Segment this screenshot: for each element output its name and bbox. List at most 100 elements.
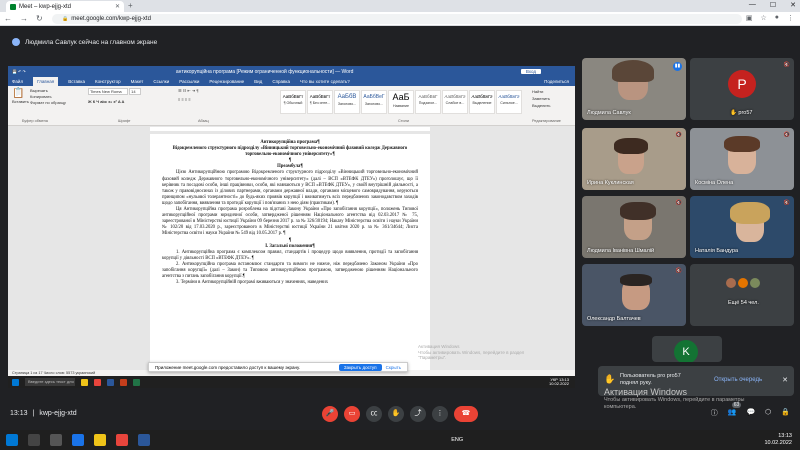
forward-icon[interactable]: → — [20, 14, 28, 23]
inner-taskbar-search[interactable]: Введите здесь текст для поиска — [25, 378, 75, 388]
word-tab[interactable]: Справка — [272, 79, 290, 84]
notification-line2: поднял руку. — [620, 380, 652, 386]
participant-tile[interactable]: 🔇 Наталія Бандура — [690, 196, 794, 258]
camera-toggle-button[interactable]: ▭ — [344, 406, 360, 422]
font-size-select[interactable]: 14 — [129, 88, 142, 95]
camera-off-icon: ▭ — [348, 410, 356, 417]
file-explorer-icon[interactable] — [81, 378, 88, 386]
paste-button[interactable]: 📋 Вставить — [12, 88, 29, 104]
os-language[interactable]: ENG — [451, 437, 463, 443]
style-heading1[interactable]: АаБбВ Заголово... — [334, 90, 360, 114]
browser-tab[interactable]: Meet – kwp-ejjg-xtd ✕ — [6, 1, 124, 12]
word-tab[interactable]: Вставка — [68, 79, 85, 84]
hide-banner-button[interactable]: Скрыть — [386, 365, 401, 370]
mic-muted-icon: 🔇 — [675, 268, 682, 274]
word-title-bar: 💾 ↶ ↷ антикорупційна програма [Режим огр… — [8, 66, 575, 77]
style-strong-emphasis[interactable]: AaBбВвГг Сильное... — [496, 90, 522, 114]
participant-tile[interactable]: 🔇 Косміна Олена — [690, 128, 794, 190]
group-label: Редактирование — [532, 119, 561, 123]
back-icon[interactable]: ← — [4, 14, 12, 23]
style-title[interactable]: АаБ Название — [388, 90, 414, 114]
style-subtitle[interactable]: AaBбВвГ Подзагол... — [415, 90, 441, 114]
host-controls-icon[interactable]: 🔒 — [781, 408, 790, 418]
style-heading2[interactable]: АаБбВеГ Заголово... — [361, 90, 387, 114]
style-no-spacing[interactable]: AaBбВвГг ¶ Без инте... — [307, 90, 333, 114]
open-queue-button[interactable]: Открыть очередь — [714, 377, 762, 383]
style-normal[interactable]: AaBбВвГг ¶ Обычный — [280, 90, 306, 114]
chat-icon[interactable]: 💬 — [746, 408, 755, 418]
screen-share-banner: Приложение meet.google.com предоставило … — [148, 362, 408, 372]
stop-sharing-button[interactable]: Закрыть доступ — [338, 363, 382, 371]
doc-paragraph: 1. Антикорупційна програма є комплексом … — [162, 249, 418, 261]
word-tab[interactable]: Рецензирование — [209, 79, 244, 84]
present-button[interactable]: ⤴ — [410, 406, 426, 422]
participant-tile[interactable]: 🔇 Людмила Іванівна Шмалій — [582, 196, 686, 258]
font-name-select[interactable]: Times New Roma — [88, 88, 128, 95]
bookmark-star-icon[interactable]: ☆ — [760, 14, 766, 22]
word-tab[interactable]: Рассылки — [179, 79, 199, 84]
style-emphasis[interactable]: AaBбВвГг Выделение — [469, 90, 495, 114]
word-share-button[interactable]: Поделиться — [544, 79, 569, 84]
participant-tile-partial[interactable]: K — [652, 336, 722, 362]
select-button[interactable]: Выделить — [532, 102, 550, 109]
word-tab[interactable]: Файл — [12, 79, 23, 84]
word-tab[interactable]: Конструктор — [95, 79, 121, 84]
os-start-icon[interactable] — [6, 434, 18, 446]
activation-sub2: компьютера. — [604, 403, 637, 410]
nav-buttons: ← → ↻ — [4, 14, 43, 23]
participant-tile[interactable]: ▮▮ Людмила Савлук — [582, 58, 686, 120]
new-tab-icon[interactable]: + — [128, 1, 133, 10]
url-input[interactable]: 🔒 meet.google.com/kwp-ejjg-xtd — [52, 14, 742, 24]
more-options-button[interactable]: ⋮ — [432, 406, 448, 422]
close-notification-icon[interactable]: ✕ — [782, 376, 788, 384]
align-buttons[interactable]: ≡ ≡ ≡ ≡ — [178, 97, 198, 102]
raised-hand-icon: ✋ — [604, 374, 616, 384]
participant-tile[interactable]: 🔇 Олександр Балтачев — [582, 264, 686, 326]
os-explorer-icon[interactable] — [94, 434, 106, 446]
word-tab[interactable]: Макет — [131, 79, 144, 84]
leave-call-button[interactable]: ☎ — [454, 406, 478, 422]
more-participants-tile[interactable]: Ещё 54 чел. — [690, 264, 794, 326]
camera-permission-icon[interactable]: ▣ — [746, 14, 753, 22]
format-painter-button[interactable]: Формат по образцу — [30, 100, 66, 106]
powerpoint-icon[interactable] — [120, 378, 127, 386]
os-chrome-icon[interactable] — [116, 434, 128, 446]
profile-icon[interactable]: ● — [775, 14, 779, 22]
participant-tile[interactable]: P 🔇 ✋ pro57 — [690, 58, 794, 120]
mic-toggle-button[interactable]: 🎤 — [322, 406, 338, 422]
captions-button[interactable]: ㏄ — [366, 406, 382, 422]
mic-muted-icon: 🔇 — [675, 200, 682, 206]
paste-label: Вставить — [12, 99, 29, 104]
os-word-icon[interactable] — [138, 434, 150, 446]
word-icon[interactable] — [107, 378, 114, 386]
style-subtle-emphasis[interactable]: AaBбВвГг Слабое в... — [442, 90, 468, 114]
os-task-view-icon[interactable] — [50, 434, 62, 446]
list-buttons[interactable]: ☰ ☷ ⇤ ⇥ ¶ — [178, 88, 198, 93]
word-tell-me[interactable]: Что вы хотите сделать? — [300, 79, 350, 84]
os-search-icon[interactable] — [28, 434, 40, 446]
close-tab-icon[interactable]: ✕ — [115, 3, 120, 10]
os-clock[interactable]: 13:13 10.02.2022 — [764, 433, 792, 447]
reload-icon[interactable]: ↻ — [36, 14, 43, 23]
document-page[interactable]: Антикорупційна програма¶ Відокремленого … — [150, 134, 430, 370]
participant-tile[interactable]: 🔇 Ирина Куклинская — [582, 128, 686, 190]
activities-icon[interactable]: ⬡ — [765, 408, 771, 418]
raise-hand-button[interactable]: ✋ — [388, 406, 404, 422]
close-window-icon[interactable]: ✕ — [790, 1, 796, 9]
minimize-icon[interactable]: — — [749, 1, 756, 9]
word-tab[interactable]: Ссылки — [153, 79, 169, 84]
word-login-button[interactable]: Вход — [520, 69, 541, 74]
font-format-buttons[interactable]: Ж К Ч abc x₂ x² A A — [88, 99, 141, 104]
paragraph-controls[interactable]: ☰ ☷ ⇤ ⇥ ¶ ≡ ≡ ≡ ≡ — [178, 88, 198, 102]
maximize-icon[interactable]: ☐ — [770, 1, 776, 9]
excel-icon[interactable] — [133, 378, 140, 386]
chrome-icon[interactable] — [94, 378, 101, 386]
word-tab-active[interactable]: Главная — [33, 77, 59, 86]
style-name: Подзагол... — [418, 101, 438, 105]
menu-dots-icon[interactable]: ⋮ — [787, 14, 794, 22]
os-edge-icon[interactable] — [72, 434, 84, 446]
word-tab[interactable]: Вид — [254, 79, 262, 84]
replace-button[interactable]: Заменить — [532, 95, 550, 102]
windows-start-icon[interactable] — [12, 378, 19, 386]
find-button[interactable]: Найти — [532, 88, 550, 95]
